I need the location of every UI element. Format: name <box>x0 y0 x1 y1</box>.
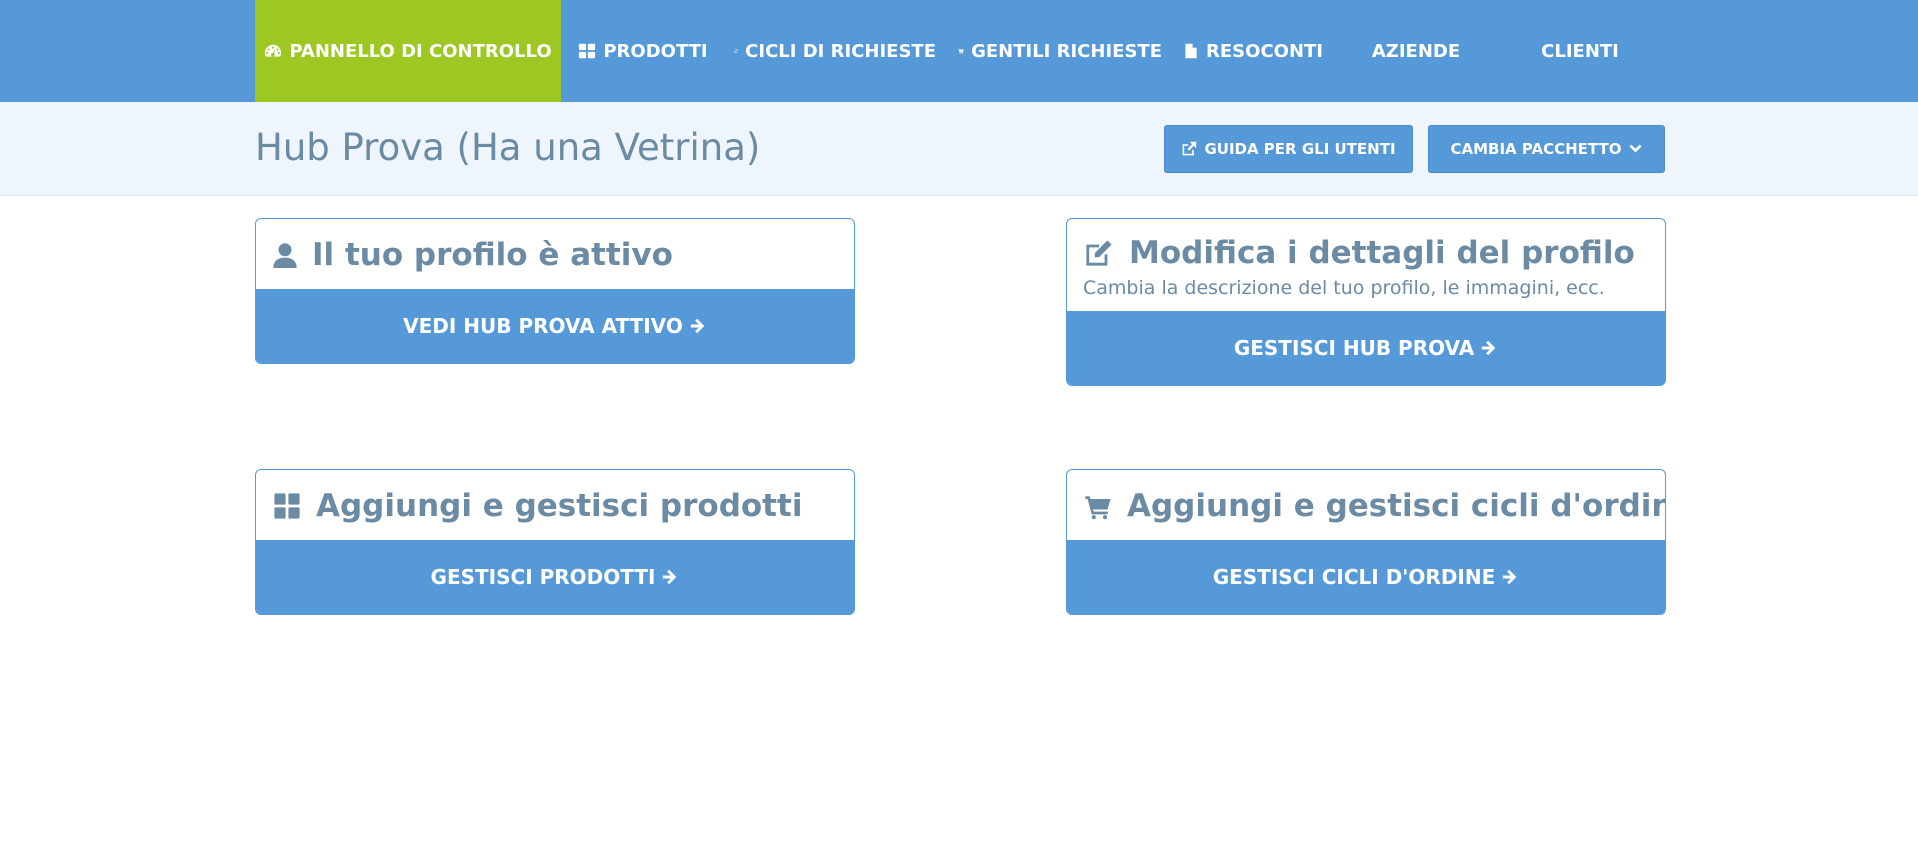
nav-kind-requests-label: GENTILI RICHIESTE <box>971 40 1162 62</box>
manage-order-cycles-label: GESTISCI CICLI D'ORDINE <box>1212 565 1496 589</box>
manage-hub-label: GESTISCI HUB PROVA <box>1233 336 1475 360</box>
arrow-right-icon <box>690 318 705 334</box>
nav-clients[interactable]: CLIENTI <box>1512 0 1648 102</box>
refresh-icon <box>734 49 738 53</box>
change-package-button[interactable]: CAMBIA PACCHETTO <box>1428 125 1665 173</box>
nav-dashboard[interactable]: PANNELLO DI CONTROLLO <box>255 0 561 102</box>
user-guide-button[interactable]: GUIDA PER GLI UTENTI <box>1164 125 1413 173</box>
nav-companies-label: AZIENDE <box>1371 40 1461 62</box>
page-header: Hub Prova (Ha una Vetrina) GUIDA PER GLI… <box>0 102 1918 196</box>
arrow-right-icon <box>663 569 677 585</box>
profile-active-title: Il tuo profilo è attivo <box>312 237 673 273</box>
nav-kind-requests[interactable]: GENTILI RICHIESTE <box>958 0 1162 102</box>
view-hub-active-button[interactable]: VEDI HUB PROVA ATTIVO <box>256 289 854 363</box>
page-title: Hub Prova (Ha una Vetrina) <box>255 126 761 169</box>
order-cycles-title: Aggiungi e gestisci cicli d'ordine <box>1127 488 1666 524</box>
grid-icon <box>274 493 300 519</box>
nav-companies[interactable]: AZIENDE <box>1352 0 1480 102</box>
manage-products-button[interactable]: GESTISCI PRODOTTI <box>256 540 854 614</box>
arrow-right-icon <box>1481 340 1496 356</box>
edit-profile-subtitle: Cambia la descrizione del tuo profilo, l… <box>1083 277 1605 299</box>
nav-products-label: PRODOTTI <box>603 40 708 62</box>
dashboard-gauge-icon <box>265 44 282 57</box>
nav-products[interactable]: PRODOTTI <box>578 0 708 102</box>
edit-profile-title: Modifica i dettagli del profilo <box>1129 235 1635 271</box>
products-card-title: Aggiungi e gestisci prodotti <box>316 488 803 524</box>
arrow-right-icon <box>1503 569 1517 585</box>
view-hub-active-label: VEDI HUB PROVA ATTIVO <box>403 314 683 338</box>
change-package-label: CAMBIA PACCHETTO <box>1450 140 1622 158</box>
nav-clients-label: CLIENTI <box>1541 40 1619 62</box>
nav-request-cycles[interactable]: CICLI DI RICHIESTE <box>734 0 936 102</box>
nav-request-cycles-label: CICLI DI RICHIESTE <box>745 40 936 62</box>
external-link-icon <box>1183 141 1197 156</box>
nav-reports[interactable]: RESOCONTI <box>1183 0 1323 102</box>
edit-profile-card: Modifica i dettagli del profilo Cambia l… <box>1066 218 1666 386</box>
cart-icon <box>958 48 964 54</box>
nav-reports-label: RESOCONTI <box>1206 40 1323 62</box>
user-guide-label: GUIDA PER GLI UTENTI <box>1204 140 1396 158</box>
chevron-down-icon <box>1629 144 1641 152</box>
user-icon <box>273 243 297 268</box>
document-icon <box>1185 43 1197 59</box>
grid-icon <box>579 43 596 59</box>
order-cycles-card: Aggiungi e gestisci cicli d'ordine GESTI… <box>1066 469 1666 615</box>
top-navbar: PANNELLO DI CONTROLLO PRODOTTI CICLI DI … <box>0 0 1918 102</box>
products-card: Aggiungi e gestisci prodotti GESTISCI PR… <box>255 469 855 615</box>
nav-dashboard-label: PANNELLO DI CONTROLLO <box>289 40 552 62</box>
manage-products-label: GESTISCI PRODOTTI <box>430 565 656 589</box>
manage-order-cycles-button[interactable]: GESTISCI CICLI D'ORDINE <box>1067 540 1665 614</box>
cart-icon <box>1085 496 1111 520</box>
profile-active-card: Il tuo profilo è attivo VEDI HUB PROVA A… <box>255 218 855 364</box>
manage-hub-button[interactable]: GESTISCI HUB PROVA <box>1067 311 1665 385</box>
edit-icon <box>1086 240 1112 266</box>
